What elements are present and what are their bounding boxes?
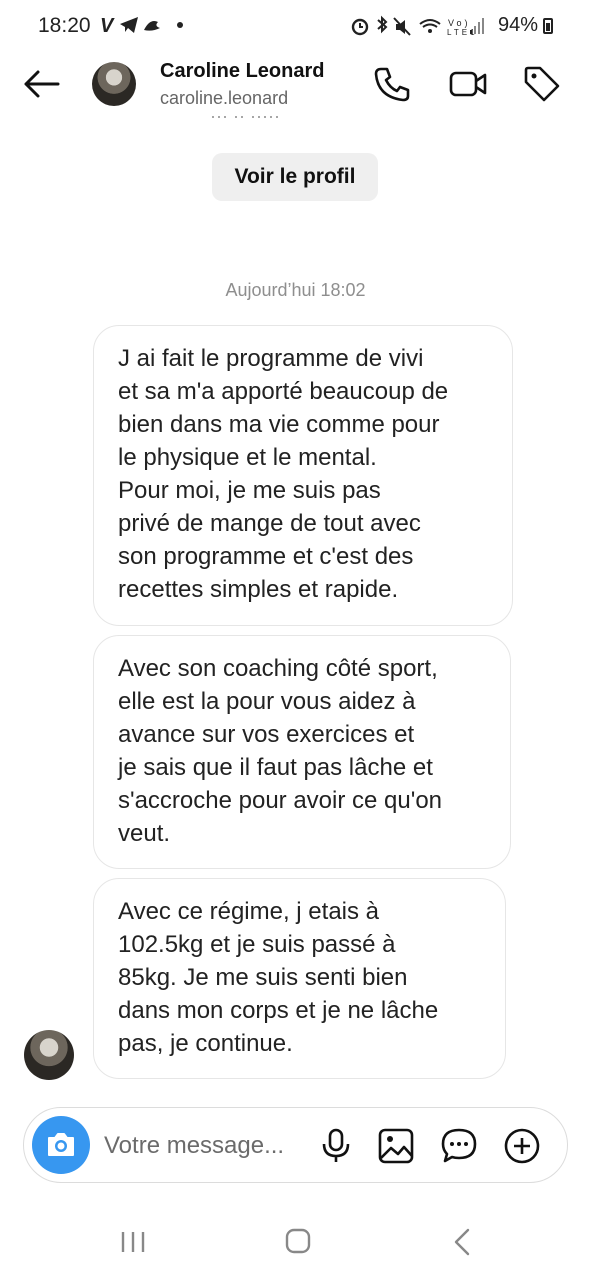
home-icon[interactable] xyxy=(278,1226,318,1258)
sticker-chat-icon[interactable] xyxy=(439,1126,479,1166)
bluetooth-icon xyxy=(377,15,388,34)
svg-text:LTE1: LTE1 xyxy=(447,28,478,37)
contact-name[interactable]: Caroline Leonard xyxy=(160,60,324,83)
alarm-icon xyxy=(351,18,369,36)
add-icon[interactable] xyxy=(502,1126,542,1166)
battery-icon xyxy=(543,18,553,34)
tag-icon[interactable] xyxy=(522,64,562,104)
status-time: 18:20 xyxy=(38,14,91,37)
camera-icon xyxy=(48,1133,74,1156)
video-icon[interactable] xyxy=(448,64,488,104)
sender-avatar[interactable] xyxy=(24,1030,74,1080)
status-bar: 18:20 V Vo) LTE1 94% xyxy=(0,0,591,52)
message-composer xyxy=(23,1107,568,1183)
bird-icon xyxy=(144,21,160,31)
mute-icon xyxy=(393,17,411,36)
v-icon: V xyxy=(100,15,117,36)
volte-icon: Vo) xyxy=(448,18,471,28)
chat-header: Caroline Leonard caroline.leonard xyxy=(0,52,591,116)
message-bubble[interactable]: J ai fait le programme de vivi et sa m'a… xyxy=(93,325,513,626)
gallery-icon[interactable] xyxy=(376,1126,416,1166)
contact-username[interactable]: caroline.leonard xyxy=(160,88,288,109)
notification-icons: V xyxy=(100,14,220,42)
contact-avatar[interactable] xyxy=(92,62,136,106)
scrolled-text-fragment: ··· ·· ····· xyxy=(210,116,280,126)
message-timestamp: Aujourd’hui 18:02 xyxy=(225,280,366,300)
wifi-icon xyxy=(419,19,441,33)
recent-apps-icon[interactable] xyxy=(113,1226,153,1258)
telegram-icon xyxy=(120,17,138,33)
system-navigation-bar xyxy=(0,1200,591,1280)
phone-icon[interactable] xyxy=(372,64,412,104)
camera-button[interactable] xyxy=(32,1116,90,1174)
message-bubble[interactable]: Avec son coaching côté sport, elle est l… xyxy=(93,635,511,869)
back-nav-icon[interactable] xyxy=(444,1226,484,1258)
view-profile-button[interactable]: Voir le profil xyxy=(212,153,378,201)
system-icons: Vo) LTE1 xyxy=(350,14,495,43)
message-input[interactable] xyxy=(102,1126,316,1166)
dot-icon xyxy=(177,22,183,28)
microphone-icon[interactable] xyxy=(316,1126,356,1166)
back-arrow-icon[interactable] xyxy=(22,66,62,102)
battery-percent: 94% xyxy=(498,14,539,36)
message-bubble[interactable]: Avec ce régime, j etais à 102.5kg et je … xyxy=(93,878,506,1079)
